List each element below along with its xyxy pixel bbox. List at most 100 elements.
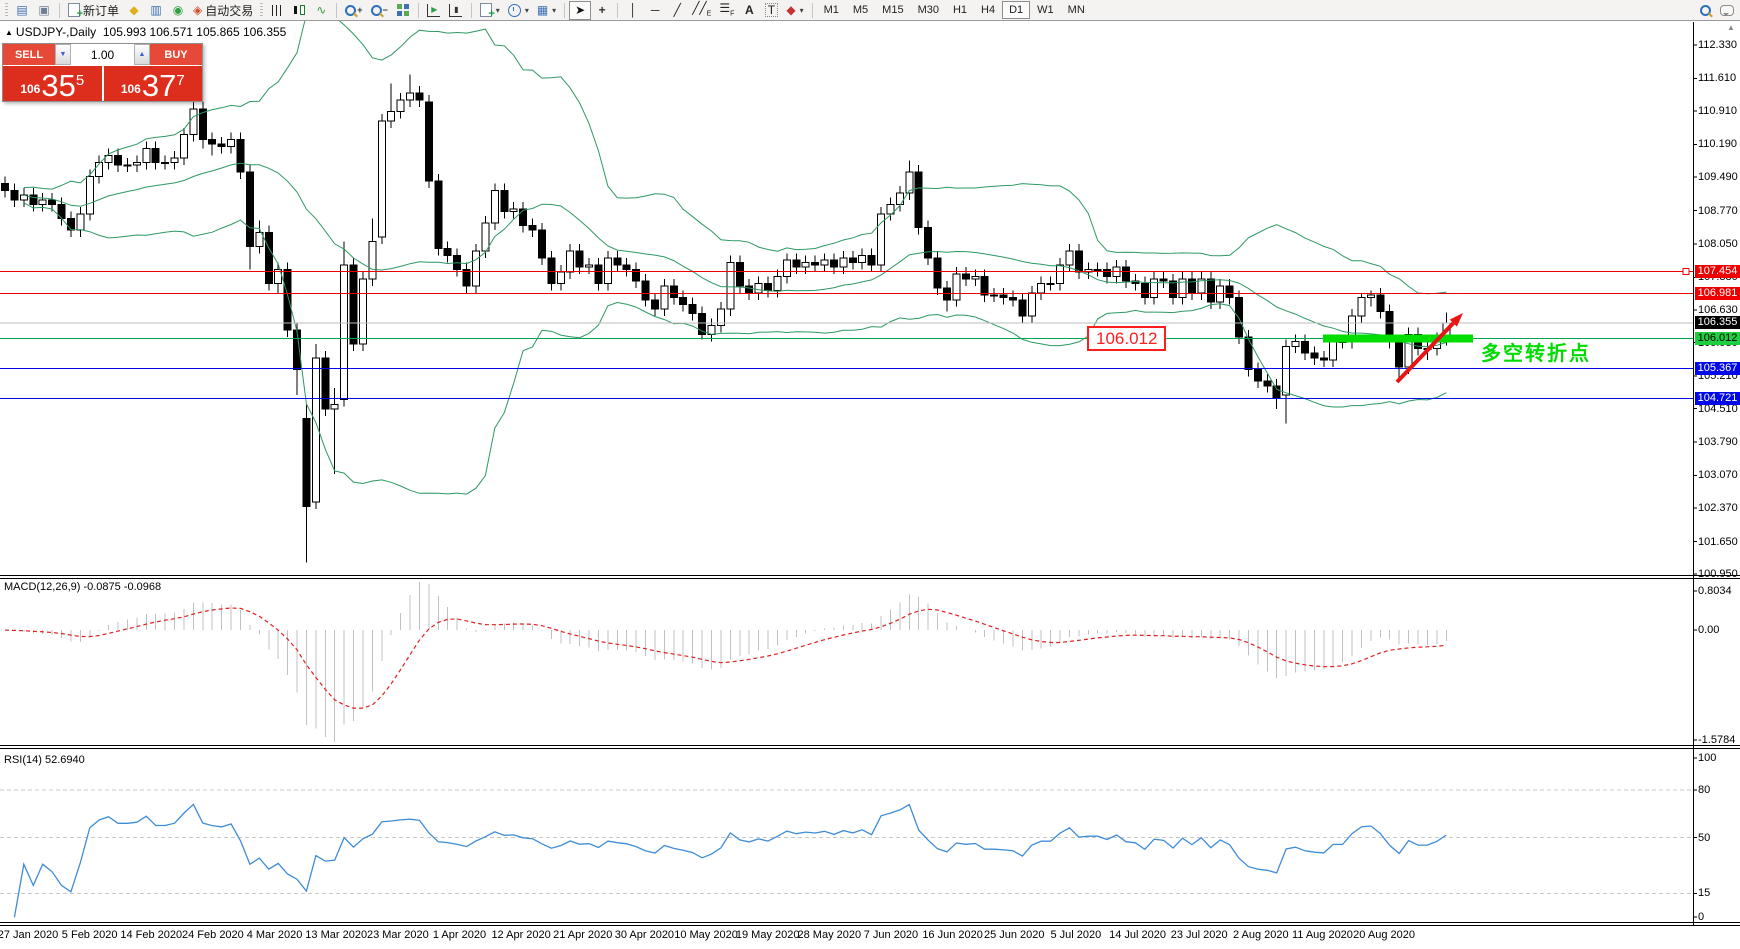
turning-point-annotation[interactable]: 多空转折点 xyxy=(1481,337,1591,366)
timeframe-button-m1[interactable]: M1 xyxy=(817,1,846,19)
strategy-tester-button[interactable]: ◉ xyxy=(167,1,189,20)
new-order-button[interactable]: 新订单 xyxy=(64,1,123,20)
timeframe-button-m30[interactable]: M30 xyxy=(911,1,946,19)
rsi-axis-label: 50 xyxy=(1698,832,1710,844)
profiles-button[interactable]: ▣ xyxy=(33,1,55,20)
price-tag: 106.012 xyxy=(1695,332,1740,345)
buy-price[interactable]: 106377 xyxy=(104,66,203,101)
timeframe-button-w1[interactable]: W1 xyxy=(1030,1,1061,19)
strategy-tester-icon: ◉ xyxy=(173,4,183,16)
terminal-button[interactable]: ▥ xyxy=(145,1,167,20)
autotrading-button[interactable]: ◈ 自动交易 xyxy=(189,1,257,20)
periods-button[interactable]: ▾ xyxy=(504,1,533,20)
buy-price-big: 37 xyxy=(142,72,176,100)
symbol-name: USDJPY-,Daily xyxy=(16,25,96,39)
vertical-line-tool-button[interactable]: │ xyxy=(622,1,644,20)
toolbar-separator xyxy=(617,3,618,18)
rsi-axis-label: 80 xyxy=(1698,784,1710,796)
symbol-header: ▲USDJPY-,Daily 105.993 106.571 105.865 1… xyxy=(5,25,286,39)
horizontal-line-tool-button[interactable]: ─ xyxy=(644,1,666,20)
date-axis-label: 19 May 2020 xyxy=(736,929,800,941)
trendline-icon: ╱ xyxy=(674,4,681,16)
price-level-annotation[interactable]: 106.012 xyxy=(1087,326,1166,351)
price-tick-label: 108.770 xyxy=(1698,205,1738,217)
timeframe-group: M1M5M15M30H1H4D1W1MN xyxy=(817,1,1092,19)
new-chart-icon: ▤ xyxy=(16,4,27,16)
date-axis-label: 1 Apr 2020 xyxy=(433,929,486,941)
toolbar-grip[interactable] xyxy=(260,3,263,17)
date-axis-label: 21 Apr 2020 xyxy=(553,929,612,941)
templates-icon: ▦ xyxy=(537,4,548,16)
macd-axis-label: -1.5784 xyxy=(1698,734,1735,746)
symbol-search-button[interactable] xyxy=(1694,1,1716,20)
text-label-tool-button[interactable]: T xyxy=(760,1,782,20)
volume-input[interactable] xyxy=(71,44,134,65)
crosshair-tool-button[interactable]: + xyxy=(591,1,613,20)
price-tag: 107.454 xyxy=(1695,265,1740,278)
chart-canvas[interactable] xyxy=(0,0,1740,949)
profiles-icon: ▣ xyxy=(38,4,49,16)
toolbar-grip[interactable] xyxy=(5,3,8,17)
sell-button[interactable]: SELL xyxy=(3,44,55,65)
date-axis-label: 23 Jul 2020 xyxy=(1171,929,1228,941)
date-axis-label: 4 Mar 2020 xyxy=(247,929,303,941)
candlestick-chart-button[interactable] xyxy=(288,1,310,20)
date-axis-label: 24 Feb 2020 xyxy=(182,929,244,941)
auto-scroll-button[interactable]: ▶ xyxy=(423,1,445,20)
buy-button[interactable]: BUY xyxy=(150,44,202,65)
text-tool-button[interactable]: A xyxy=(738,1,760,20)
chat-button[interactable] xyxy=(1716,1,1738,20)
date-axis-label: 16 Jun 2020 xyxy=(922,929,983,941)
sell-price-prefix: 106 xyxy=(20,82,40,96)
timeframe-button-m5[interactable]: M5 xyxy=(846,1,875,19)
date-axis-label: 10 May 2020 xyxy=(674,929,738,941)
zoom-out-icon xyxy=(371,5,382,16)
tile-windows-button[interactable] xyxy=(392,1,414,20)
timeframe-button-d1[interactable]: D1 xyxy=(1002,1,1030,19)
sell-price[interactable]: 106355 xyxy=(3,66,102,101)
toolbar-separator xyxy=(336,3,337,18)
toolbar-separator xyxy=(812,3,813,18)
new-order-icon xyxy=(68,3,80,17)
price-tick-label: 109.490 xyxy=(1698,171,1738,183)
line-chart-button[interactable]: ∿ xyxy=(310,1,332,20)
new-chart-button[interactable]: ▤ xyxy=(11,1,33,20)
zoom-in-icon xyxy=(345,5,356,16)
timeframe-button-h4[interactable]: H4 xyxy=(974,1,1002,19)
zoom-in-button[interactable]: + xyxy=(341,1,366,20)
volume-increase-button[interactable]: ▲ xyxy=(134,44,150,65)
price-tick-label: 111.610 xyxy=(1698,72,1736,84)
vertical-line-icon: │ xyxy=(629,4,637,16)
templates-button[interactable]: ▦▾ xyxy=(533,1,560,20)
timeframe-button-m15[interactable]: M15 xyxy=(875,1,910,19)
bar-chart-button[interactable] xyxy=(266,1,288,20)
date-axis-label: 25 Jun 2020 xyxy=(984,929,1045,941)
buy-price-sup: 7 xyxy=(176,72,184,89)
fibonacci-tool-button[interactable]: ☰F xyxy=(715,1,738,20)
rsi-axis-label: 15 xyxy=(1698,887,1710,899)
cursor-icon: ➤ xyxy=(575,4,585,16)
auto-scroll-icon: ▶ xyxy=(427,4,440,17)
volume-decrease-button[interactable]: ▼ xyxy=(55,44,71,65)
arrows-tool-button[interactable]: ◆▾ xyxy=(782,1,807,20)
cursor-tool-button[interactable]: ➤ xyxy=(569,1,591,20)
channel-tool-button[interactable]: ╱╱E xyxy=(688,1,715,20)
indicators-button[interactable]: ▾ xyxy=(476,1,504,20)
macd-indicator-label: MACD(12,26,9) -0.0875 -0.0968 xyxy=(4,581,161,593)
chart-shift-button[interactable]: ▮ xyxy=(445,1,467,20)
chart-scroll-up-icon[interactable]: ▲ xyxy=(1727,23,1735,32)
trendline-tool-button[interactable]: ╱ xyxy=(666,1,688,20)
rsi-axis-label: 0 xyxy=(1698,911,1704,923)
zoom-out-button[interactable]: − xyxy=(367,1,392,20)
autotrading-icon: ◈ xyxy=(193,4,202,16)
date-axis-label: 5 Feb 2020 xyxy=(62,929,118,941)
sell-price-sup: 5 xyxy=(76,72,84,89)
price-tick-label: 110.190 xyxy=(1698,138,1737,150)
timeframe-button-mn[interactable]: MN xyxy=(1061,1,1092,19)
toolbar-separator xyxy=(418,3,419,18)
search-icon xyxy=(1700,5,1711,16)
expert-advisors-button[interactable]: ◆ xyxy=(123,1,145,20)
sell-price-big: 35 xyxy=(41,72,75,100)
price-tick-label: 102.370 xyxy=(1698,502,1738,514)
timeframe-button-h1[interactable]: H1 xyxy=(946,1,974,19)
